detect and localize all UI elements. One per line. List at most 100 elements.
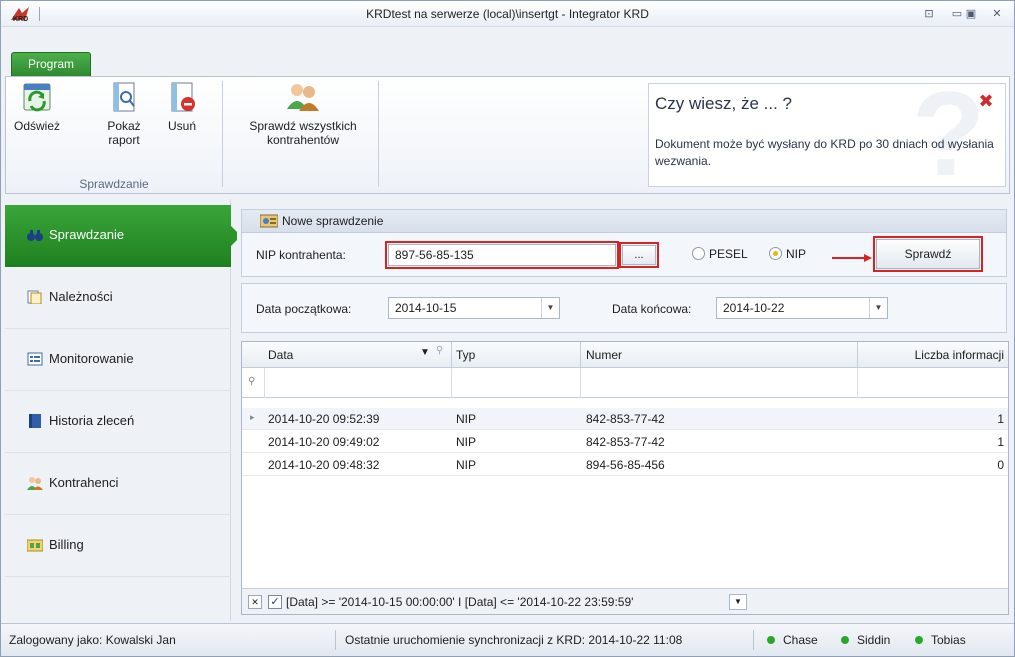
server-name: Siddin [857,633,891,647]
new-check-title: Nowe sprawdzenie [282,214,384,228]
radio-nip[interactable]: NIP [769,247,806,261]
contractors-icon [287,84,319,111]
browse-button[interactable]: ... [619,242,659,268]
table-row[interactable]: 2014-10-20 09:49:02 NIP 842-853-77-42 1 [242,431,1008,453]
refresh-button[interactable]: Odśwież [14,81,60,133]
window-title: KRDtest na serwerze (local)\insertgt - I… [366,7,649,21]
new-check-icon [260,214,278,228]
column-header-liczba[interactable]: Liczba informacji [915,348,1004,362]
tab-program[interactable]: Program [11,52,91,76]
cell-typ: NIP [456,458,477,472]
date-to-label: Data końcowa: [612,302,692,316]
sidebar-item-label: Kontrahenci [49,475,119,490]
column-filter-icon[interactable]: ⚲ [436,345,443,356]
refresh-label: Odśwież [14,119,61,133]
chevron-down-icon[interactable]: ▼ [729,594,747,610]
server-name: Tobias [931,633,966,647]
nip-row: NIP kontrahenta: 897-56-85-135 ... PESEL… [241,233,1007,277]
sidebar-item-kontrahenci[interactable]: Kontrahenci [5,453,231,515]
new-check-header: Nowe sprawdzenie [241,209,1007,233]
sidebar-item-label: Historia zleceń [49,413,135,428]
filter-enabled-checkbox[interactable]: ✓ [268,595,282,609]
radio-nip-label: NIP [786,247,807,261]
app-window: KRD KRDtest na serwerze (local)\insertgt… [0,0,1015,657]
filter-expression[interactable]: [Data] >= '2014-10-15 00:00:00' I [Data]… [286,595,633,609]
clear-filter-icon[interactable]: ✕ [248,595,262,609]
last-sync: Ostatnie uruchomienie synchronizacji z K… [345,633,683,647]
cell-data: 2014-10-20 09:49:02 [268,435,380,449]
sidebar-item-historia-zlecen[interactable]: Historia zleceń [5,391,231,453]
sidebar: Sprawdzanie Należności Monitorowanie His… [5,199,241,621]
tip-watermark: ? [911,83,985,187]
chevron-down-icon[interactable]: ▼ [541,298,559,318]
ribbon-separator-2 [378,81,379,187]
radio-nip-circle [769,247,782,260]
logged-in-user: Zalogowany jako: Kowalski Jan [9,633,176,647]
results-grid: Data ▼ ⚲ Typ Numer Liczba informacji ⚲ ▸… [241,341,1009,615]
column-header-typ[interactable]: Typ [456,348,475,362]
date-from-field[interactable]: 2014-10-15 ▼ [388,297,560,319]
ribbon-group-label: Sprawdzanie [79,177,149,191]
tip-close-icon[interactable]: ✖ [977,92,995,110]
refresh-icon [23,83,51,112]
sort-desc-icon[interactable]: ▼ [420,347,430,358]
book-icon [29,414,41,428]
ribbon-separator [222,81,223,187]
sidebar-item-monitorowanie[interactable]: Monitorowanie [5,329,231,391]
people-icon [27,477,43,490]
nip-input[interactable]: 897-56-85-135 [385,241,619,269]
binoculars-icon [27,230,43,241]
cell-data: 2014-10-20 09:48:32 [268,458,380,472]
sidebar-item-label: Monitorowanie [49,351,134,366]
filter-panel: ✕ ✓ [Data] >= '2014-10-15 00:00:00' I [D… [242,588,1008,614]
check-all-button[interactable]: Sprawdź wszystkich kontrahentów [232,81,374,147]
table-row[interactable]: ▸ 2014-10-20 09:52:39 NIP 842-853-77-42 … [242,408,1008,430]
date-range-row: Data początkowa: 2014-10-15 ▼ Data końco… [241,283,1007,333]
check-all-label: Sprawdź wszystkich kontrahentów [249,119,357,147]
nip-label: NIP kontrahenta: [256,248,346,262]
cell-numer: 842-853-77-42 [586,435,665,449]
billing-icon [27,539,43,552]
row-indicator-icon: ▸ [250,412,255,422]
close-button[interactable]: ✕ [987,5,1007,23]
sidebar-item-naleznosci[interactable]: Należności [5,267,231,329]
cell-typ: NIP [456,435,477,449]
sidebar-item-label: Sprawdzanie [49,227,125,242]
cell-data: 2014-10-20 09:52:39 [268,412,380,426]
radio-pesel-circle [692,247,705,260]
radio-pesel-label: PESEL [709,247,748,261]
check-button[interactable]: Sprawdź [873,236,983,272]
sidebar-item-sprawdzanie[interactable]: Sprawdzanie [5,205,241,267]
cell-typ: NIP [456,412,477,426]
table-row[interactable]: 2014-10-20 09:48:32 NIP 894-56-85-456 0 [242,454,1008,476]
cell-liczba: 1 [997,435,1004,449]
server-status-chase: Chase [767,633,818,647]
monitor-list-icon [27,352,43,366]
restore-icon[interactable]: ⊡ [919,5,939,23]
sidebar-item-billing[interactable]: Billing [5,515,231,577]
column-header-data[interactable]: Data [268,348,293,362]
tip-panel: ? Czy wiesz, że ... ? Dokument może być … [648,83,1006,187]
chevron-down-icon[interactable]: ▼ [869,298,887,318]
filter-row-icon: ⚲ [248,376,256,387]
server-status-siddin: Siddin [841,633,890,647]
radio-pesel[interactable]: PESEL [692,247,748,261]
status-bar: Zalogowany jako: Kowalski Jan Ostatnie u… [1,623,1014,656]
delete-label: Usuń [167,119,196,133]
delete-button[interactable]: Usuń [162,81,202,133]
filter-row[interactable]: ⚲ [242,368,1008,398]
server-status-tobias: Tobias [915,633,966,647]
delete-icon [171,82,195,112]
tip-body: Dokument może być wysłany do KRD po 30 d… [655,137,994,168]
date-to-value: 2014-10-22 [723,301,785,315]
date-to-field[interactable]: 2014-10-22 ▼ [716,297,888,319]
status-dot-icon [767,636,775,644]
report-icon [113,82,135,112]
status-dot-icon [841,636,849,644]
main-panel: Nowe sprawdzenie NIP kontrahenta: 897-56… [237,199,1013,621]
maximize-button[interactable]: ▣ [961,5,981,23]
tip-title: Czy wiesz, że ... ? [655,94,792,113]
show-report-button[interactable]: Pokaż raport [98,81,150,147]
column-header-numer[interactable]: Numer [586,348,622,362]
title-bar: KRD KRDtest na serwerze (local)\insertgt… [1,1,1014,27]
